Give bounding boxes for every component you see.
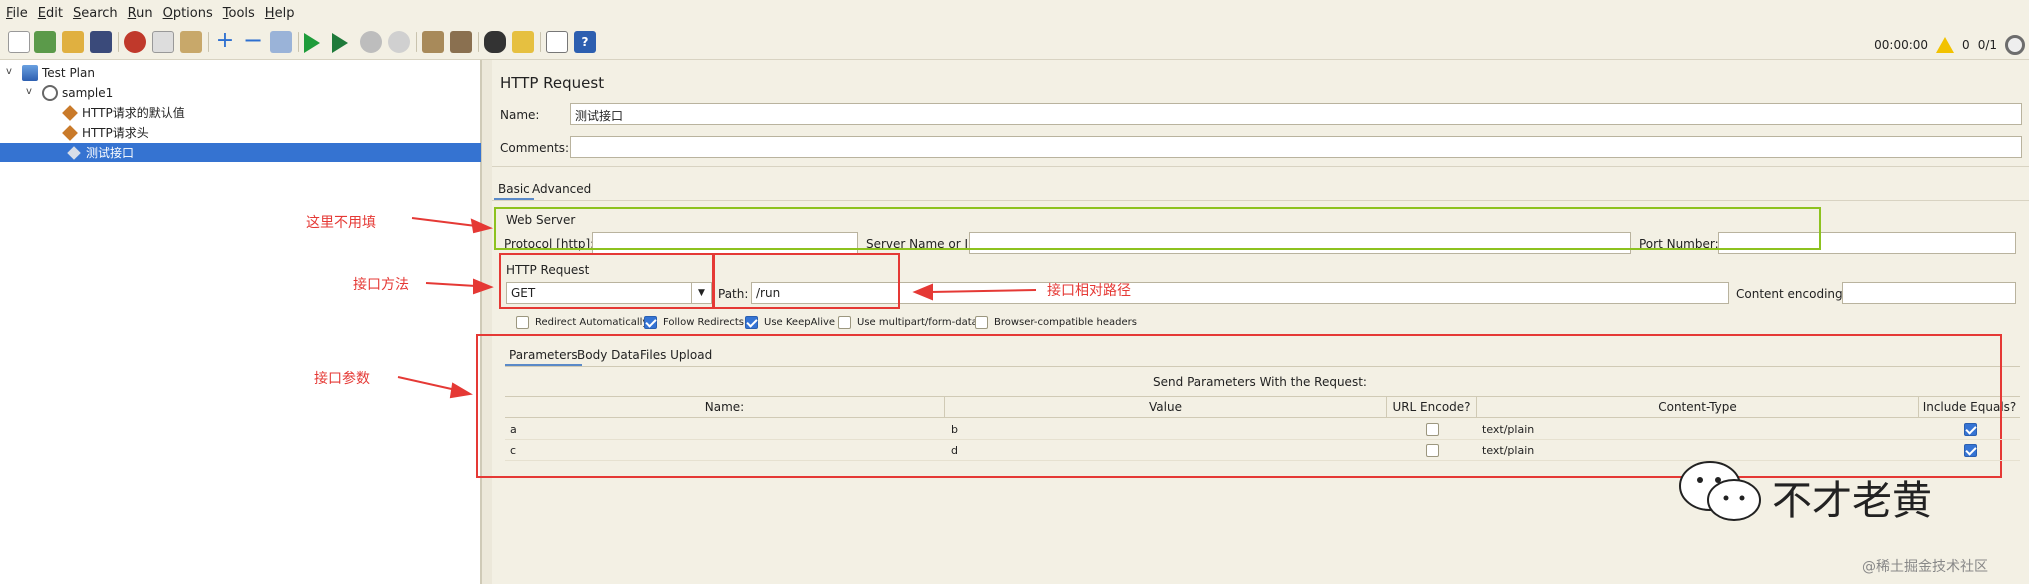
table-row[interactable] xyxy=(505,441,2020,461)
option-checkbox[interactable] xyxy=(838,316,851,329)
arrow-params xyxy=(397,376,457,391)
arrow-head xyxy=(473,278,494,295)
table-row[interactable] xyxy=(505,420,2020,440)
arrow-head xyxy=(912,283,933,301)
arrow-head xyxy=(449,382,473,399)
option-checkbox[interactable] xyxy=(516,316,529,329)
option-checkbox[interactable] xyxy=(644,316,657,329)
credit-text: @稀土掘金技术社区 xyxy=(1862,559,1988,575)
url-encode-checkbox[interactable] xyxy=(1426,444,1439,457)
option-checkbox[interactable] xyxy=(745,316,758,329)
arrow-web-server xyxy=(411,217,477,227)
param-name[interactable]: c xyxy=(510,441,516,460)
param-content-type[interactable]: text/plain xyxy=(1482,441,1534,460)
option-label: Use multipart/form-data xyxy=(857,317,978,328)
param-name[interactable]: a xyxy=(510,420,517,439)
arrow-method xyxy=(425,282,477,287)
include-equals-checkbox[interactable] xyxy=(1964,423,1977,436)
param-value[interactable]: d xyxy=(951,441,958,460)
arrow-head xyxy=(470,218,494,234)
option-label: Redirect Automatically xyxy=(535,317,649,328)
wechat-icon xyxy=(1679,461,1761,521)
option-label: Follow Redirects xyxy=(663,317,744,328)
param-content-type[interactable]: text/plain xyxy=(1482,420,1534,439)
arrow-path xyxy=(929,289,1037,293)
include-equals-checkbox[interactable] xyxy=(1964,444,1977,457)
option-label: Browser-compatible headers xyxy=(994,317,1137,328)
url-encode-checkbox[interactable] xyxy=(1426,423,1439,436)
param-value[interactable]: b xyxy=(951,420,958,439)
option-checkbox[interactable] xyxy=(975,316,988,329)
option-label: Use KeepAlive xyxy=(764,317,836,328)
watermark-text: 不才老黄 xyxy=(1772,478,1932,524)
